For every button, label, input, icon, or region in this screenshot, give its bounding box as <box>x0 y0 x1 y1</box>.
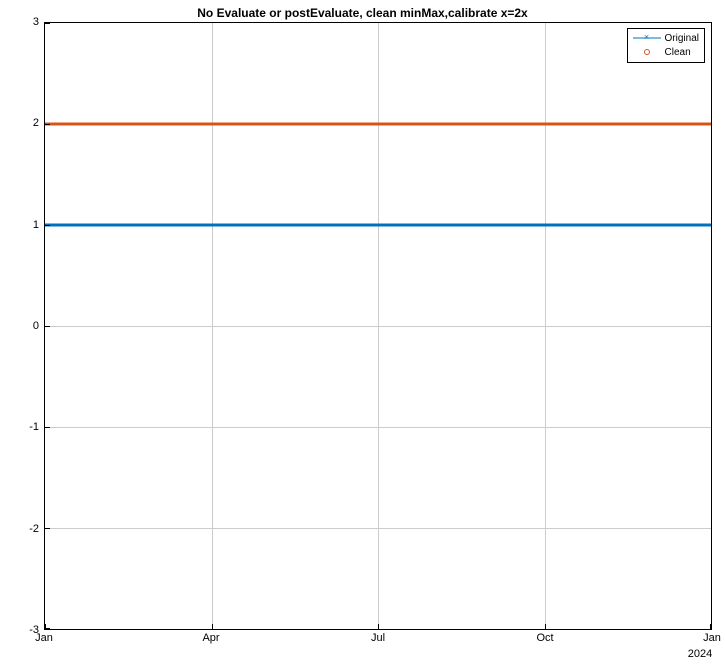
year-label: 2024 <box>688 648 712 660</box>
xtick-label: Oct <box>536 632 553 644</box>
x-marker-icon: × <box>644 33 649 42</box>
chart-figure: No Evaluate or postEvaluate, clean minMa… <box>0 0 725 664</box>
series-original <box>45 223 711 226</box>
ytick-label: 1 <box>9 219 39 231</box>
tick-mark <box>378 624 379 629</box>
legend-entry-clean: Clean <box>633 45 699 59</box>
gridline-v <box>212 23 213 629</box>
tick-mark <box>45 427 50 428</box>
legend-swatch-original: × <box>633 32 661 44</box>
xtick-label: Apr <box>202 632 219 644</box>
tick-mark <box>45 528 50 529</box>
o-marker-icon <box>644 49 650 55</box>
ytick-label: 2 <box>9 117 39 129</box>
ytick-label: -2 <box>9 523 39 535</box>
legend-label-original: Original <box>665 33 699 44</box>
tick-mark <box>710 624 711 629</box>
tick-mark <box>545 624 546 629</box>
ytick-label: -1 <box>9 421 39 433</box>
tick-mark <box>45 124 50 125</box>
tick-mark <box>45 624 46 629</box>
series-clean <box>45 123 711 126</box>
xtick-label: Jan <box>703 632 721 644</box>
ytick-label: 3 <box>9 16 39 28</box>
tick-mark <box>212 624 213 629</box>
tick-mark <box>45 225 50 226</box>
legend: × Original Clean <box>627 28 705 63</box>
plot-area: × Original Clean <box>44 22 712 630</box>
tick-mark <box>45 326 50 327</box>
xtick-label: Jul <box>371 632 385 644</box>
legend-swatch-clean <box>633 46 661 58</box>
legend-entry-original: × Original <box>633 31 699 45</box>
tick-mark <box>45 23 50 24</box>
chart-title: No Evaluate or postEvaluate, clean minMa… <box>0 6 725 20</box>
ytick-label: 0 <box>9 320 39 332</box>
legend-label-clean: Clean <box>665 47 691 58</box>
gridline-v <box>545 23 546 629</box>
gridline-v <box>378 23 379 629</box>
xtick-label: Jan <box>35 632 53 644</box>
